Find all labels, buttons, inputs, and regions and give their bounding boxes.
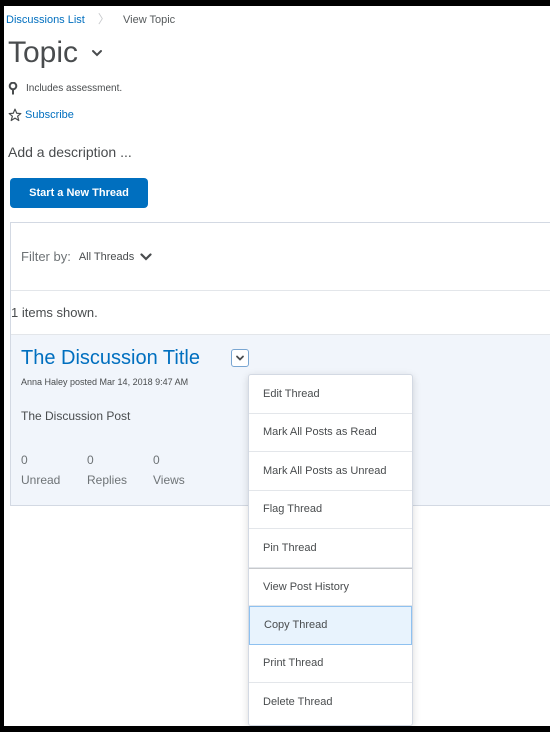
items-shown-count: 1 items shown.	[11, 305, 98, 320]
items-shown-row: 1 items shown.	[11, 291, 550, 335]
filter-value[interactable]: All Threads	[79, 251, 134, 263]
menu-item-edit-thread[interactable]: Edit Thread	[249, 375, 412, 414]
thread-post-preview: The Discussion Post	[21, 409, 131, 423]
menu-item-mark-all-unread[interactable]: Mark All Posts as Unread	[249, 452, 412, 491]
description-placeholder[interactable]: Add a description ...	[8, 144, 132, 160]
filter-dropdown[interactable]: All Threads	[79, 251, 152, 263]
start-new-thread-button[interactable]: Start a New Thread	[10, 178, 148, 208]
topic-title: Topic	[8, 36, 79, 69]
views-stat: 0 Views	[153, 453, 185, 487]
breadcrumb-discussions-list[interactable]: Discussions List	[6, 14, 85, 26]
filter-label: Filter by:	[21, 249, 71, 264]
menu-item-flag-thread[interactable]: Flag Thread	[249, 491, 412, 529]
menu-item-print-thread[interactable]: Print Thread	[249, 645, 412, 683]
topic-page: Discussions List 〉 View Topic Topic Incl…	[4, 6, 550, 726]
thread-context-menu: Edit Thread Mark All Posts as Read Mark …	[248, 374, 413, 726]
views-label: Views	[153, 473, 185, 487]
menu-item-copy-thread[interactable]: Copy Thread	[249, 606, 412, 645]
thread-meta: Anna Haley posted Mar 14, 2018 9:47 AM	[21, 377, 189, 387]
thread-context-menu-button[interactable]	[231, 349, 249, 367]
filter-row: Filter by: All Threads	[11, 223, 550, 291]
map-pin-icon	[8, 82, 18, 95]
menu-item-view-post-history[interactable]: View Post History	[249, 567, 412, 606]
breadcrumb-separator: 〉	[97, 12, 110, 26]
unread-label: Unread	[21, 473, 61, 487]
replies-count: 0	[87, 453, 94, 467]
unread-count: 0	[21, 453, 28, 467]
chevron-down-icon	[236, 355, 244, 361]
menu-item-pin-thread[interactable]: Pin Thread	[249, 529, 412, 568]
replies-label: Replies	[87, 473, 128, 487]
breadcrumb-current: View Topic	[123, 14, 176, 26]
thread-title-link[interactable]: The Discussion Title	[21, 347, 200, 370]
unread-stat: 0 Unread	[21, 453, 60, 487]
subscribe-link[interactable]: Subscribe	[8, 108, 74, 122]
chevron-down-icon[interactable]	[90, 46, 104, 60]
subscribe-label[interactable]: Subscribe	[25, 109, 74, 121]
star-icon	[8, 108, 22, 122]
breadcrumb: Discussions List 〉 View Topic	[6, 10, 175, 27]
views-count: 0	[153, 453, 160, 467]
chevron-down-icon[interactable]	[140, 252, 152, 261]
page-title: Topic	[8, 36, 104, 70]
replies-stat: 0 Replies	[87, 453, 127, 487]
assessment-note: Includes assessment.	[8, 82, 122, 95]
menu-item-mark-all-read[interactable]: Mark All Posts as Read	[249, 414, 412, 452]
menu-item-delete-thread[interactable]: Delete Thread	[249, 683, 412, 722]
assessment-note-text: Includes assessment.	[26, 83, 123, 94]
